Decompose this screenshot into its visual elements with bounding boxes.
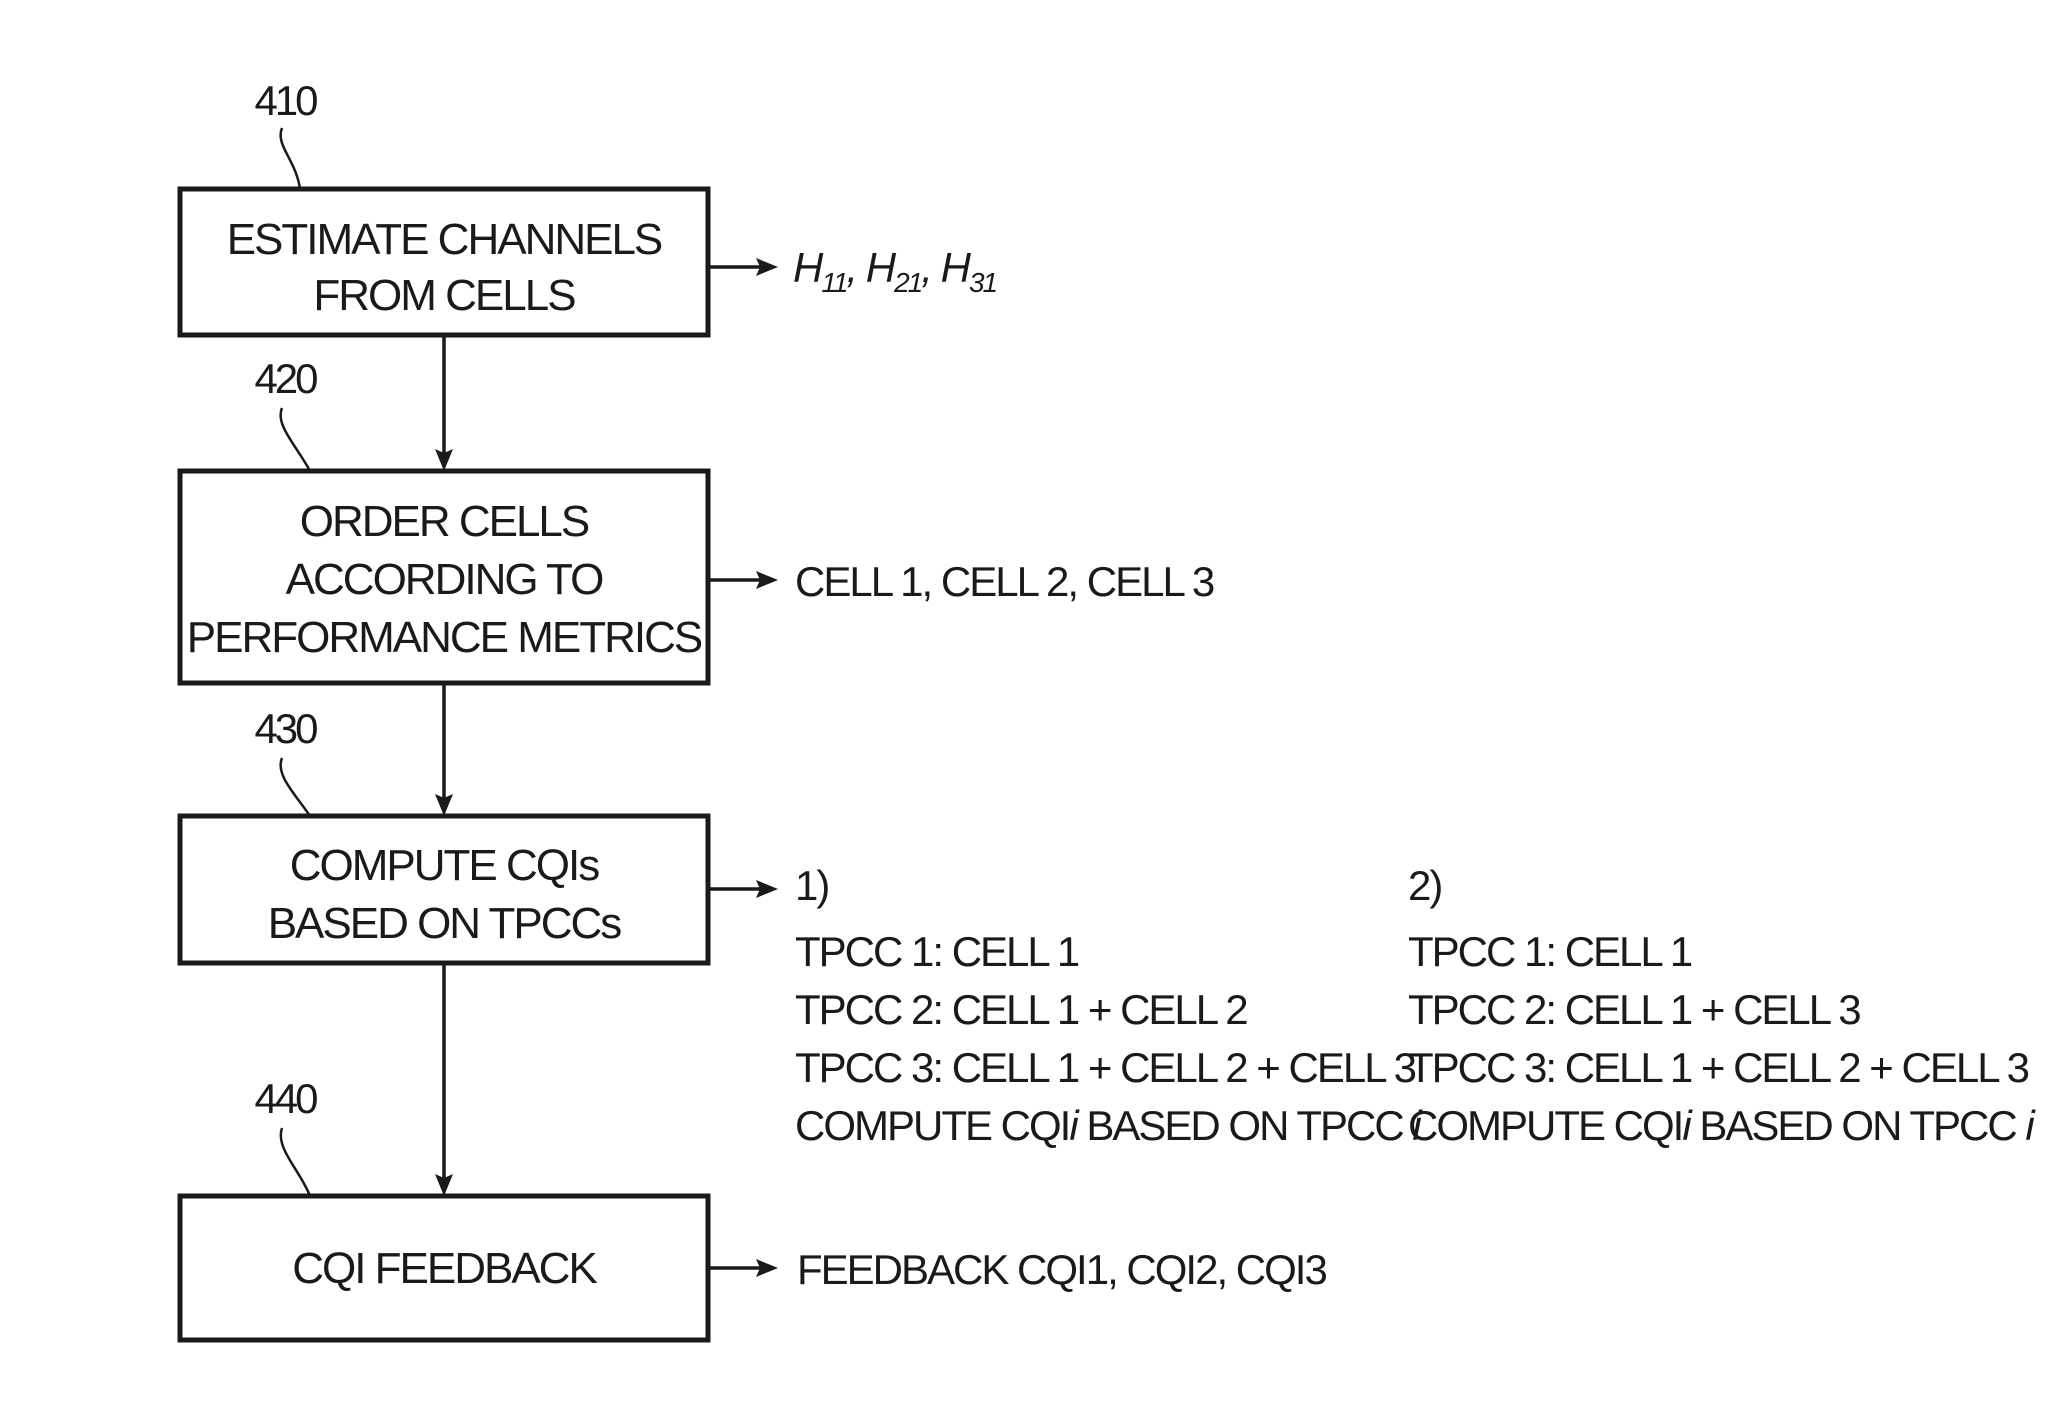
output-cell-order: CELL 1, CELL 2, CELL 3: [795, 558, 1214, 605]
step-410: 410 ESTIMATE CHANNELS FROM CELLS H11, H2…: [177, 77, 999, 338]
output-feedback: FEEDBACK CQI1, CQI2, CQI3: [797, 1246, 1326, 1293]
connector-430-440: [435, 963, 453, 1196]
option-2-line-2: TPCC 2: CELL 1 + CELL 3: [1408, 986, 1860, 1033]
box-440-line-1: CQI FEEDBACK: [292, 1244, 597, 1293]
option-2-line-3: TPCC 3: CELL 1 + CELL 2 + CELL 3: [1408, 1044, 2029, 1091]
output-channels: H11, H21, H31: [793, 244, 997, 298]
box-410-line-2: FROM CELLS: [313, 271, 575, 320]
tpcc-option-1: 1) TPCC 1: CELL 1 TPCC 2: CELL 1 + CELL …: [795, 862, 1425, 1149]
ref-label-420: 420: [254, 355, 317, 402]
box-420-line-1: ORDER CELLS: [300, 497, 589, 546]
leader-line-420: [279, 407, 312, 472]
option-1-line-3: TPCC 3: CELL 1 + CELL 2 + CELL 3: [795, 1044, 1416, 1091]
option-2-line-4: COMPUTE CQIi BASED ON TPCC i: [1408, 1102, 2036, 1149]
tpcc-option-2: 2) TPCC 1: CELL 1 TPCC 2: CELL 1 + CELL …: [1408, 862, 2038, 1149]
option-1-label: 1): [795, 862, 828, 909]
box-430-line-2: BASED ON TPCCs: [268, 899, 622, 948]
option-2-label: 2): [1408, 862, 1441, 909]
connector-410-420: [435, 335, 453, 471]
box-420-line-2: ACCORDING TO: [286, 555, 603, 604]
option-2-line-1: TPCC 1: CELL 1: [1408, 928, 1692, 975]
ref-label-440: 440: [254, 1075, 317, 1122]
box-430-line-1: COMPUTE CQIs: [290, 841, 599, 890]
leader-line-440: [279, 1127, 312, 1197]
leader-line-430: [279, 757, 312, 817]
leader-line-410: [279, 127, 302, 190]
ref-label-430: 430: [254, 705, 317, 752]
ref-label-410: 410: [254, 77, 317, 124]
box-420-line-3: PERFORMANCE METRICS: [187, 613, 702, 662]
option-1-line-4: COMPUTE CQIi BASED ON TPCC i: [795, 1102, 1423, 1149]
option-1-line-1: TPCC 1: CELL 1: [795, 928, 1079, 975]
box-410-line-1: ESTIMATE CHANNELS: [227, 215, 662, 264]
step-430: 430 COMPUTE CQIs BASED ON TPCCs 1) TPCC …: [177, 705, 2038, 1149]
flowchart-diagram: 410 ESTIMATE CHANNELS FROM CELLS H11, H2…: [177, 77, 2038, 1343]
step-420: 420 ORDER CELLS ACCORDING TO PERFORMANCE…: [177, 355, 1216, 686]
option-1-line-2: TPCC 2: CELL 1 + CELL 2: [795, 986, 1247, 1033]
connector-420-430: [435, 683, 453, 816]
